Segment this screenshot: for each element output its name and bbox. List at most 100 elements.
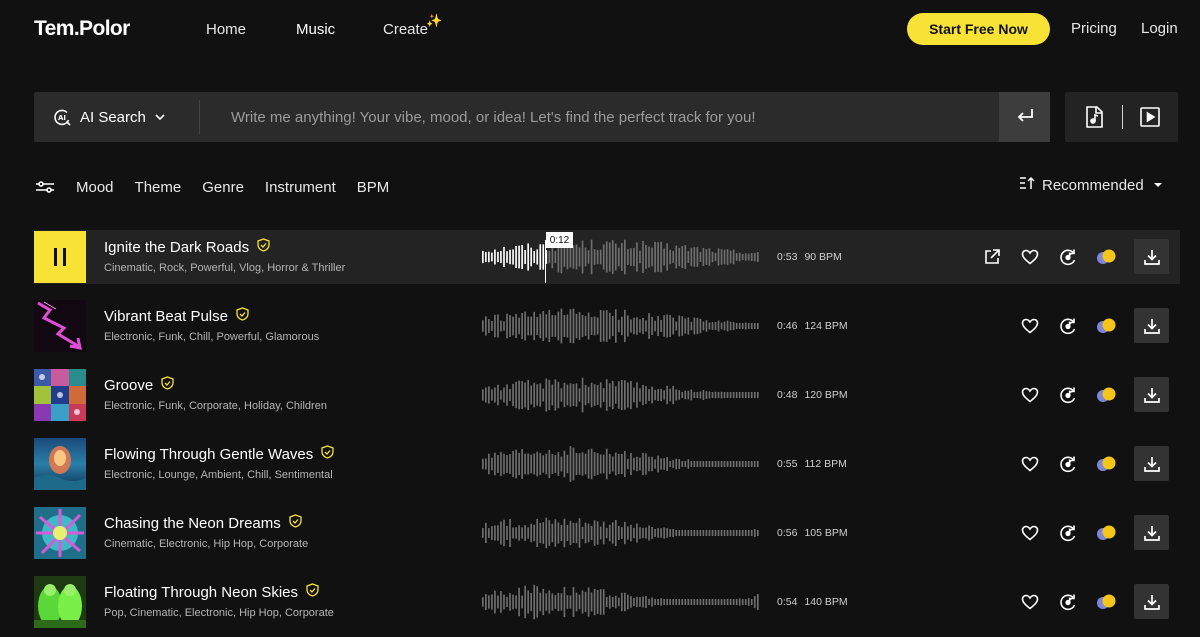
track-title[interactable]: Flowing Through Gentle Waves [104,446,313,463]
track-duration: 0:54 [777,596,798,608]
license-button[interactable] [1094,314,1118,338]
track-title[interactable]: Vibrant Beat Pulse [104,308,228,325]
heart-icon [1021,594,1039,610]
waveform-bar [518,380,520,410]
waveform-bar [663,458,665,470]
license-button[interactable] [1094,452,1118,476]
find-similar-button[interactable] [1056,452,1080,476]
track-row[interactable]: Ignite the Dark Roads Cinematic, Rock, P… [34,230,1180,284]
track-cover[interactable] [34,369,86,421]
site-logo[interactable]: Tem.Polor [34,17,130,41]
waveform-bar [611,315,614,337]
audio-file-search-button[interactable] [1082,105,1106,129]
track-row[interactable]: Groove Electronic, Funk, Corporate, Holi… [34,368,1180,422]
filter-theme[interactable]: Theme [135,179,182,196]
waveform-bar [627,458,629,470]
find-similar-button[interactable] [1056,521,1080,545]
ai-search-mode-selector[interactable]: AI AI Search [52,92,166,142]
like-button[interactable] [1018,521,1042,545]
nav-music-link[interactable]: Music [296,21,335,38]
waveform-bar [536,384,539,406]
filter-mood[interactable]: Mood [76,179,114,196]
waveform-bar [497,525,499,541]
share-button[interactable] [980,245,1004,269]
waveform-bar [630,248,632,266]
waveform-bar [614,519,617,547]
waveform-bar [503,246,505,268]
waveform-bar [554,455,557,473]
start-free-button[interactable]: Start Free Now [907,13,1050,45]
filter-instrument[interactable]: Instrument [265,179,336,196]
waveform-bar [726,320,729,332]
waveform-bar [666,243,668,271]
waveform-bar [563,382,566,408]
download-button[interactable] [1134,515,1169,550]
waveform-bar [617,381,620,409]
waveform-bar [663,599,665,605]
track-row[interactable]: Flowing Through Gentle Waves Electronic,… [34,437,1180,491]
track-title[interactable]: Floating Through Neon Skies [104,584,298,601]
waveform-bar [663,248,665,266]
like-button[interactable] [1018,245,1042,269]
track-waveform[interactable] [482,237,760,277]
track-row[interactable]: Vibrant Beat Pulse Electronic, Funk, Chi… [34,299,1180,353]
download-button[interactable] [1134,308,1169,343]
track-cover[interactable] [34,576,86,628]
track-row[interactable]: Chasing the Neon Dreams Cinematic, Elect… [34,506,1180,560]
track-cover[interactable] [34,300,86,352]
download-button[interactable] [1134,239,1169,274]
like-button[interactable] [1018,383,1042,407]
waveform-bar [648,313,650,339]
track-waveform[interactable] [482,444,760,484]
waveform-bar [536,519,539,547]
waveform-bar [624,521,626,545]
track-cover[interactable] [34,507,86,559]
like-button[interactable] [1018,590,1042,614]
video-search-button[interactable] [1138,105,1162,129]
waveform-bar [590,525,593,541]
waveform-bar [575,522,578,544]
sliders-icon[interactable] [34,177,56,197]
license-button[interactable] [1094,245,1118,269]
download-button[interactable] [1134,446,1169,481]
nav-login-link[interactable]: Login [1141,20,1178,37]
nav-create-link[interactable]: Create [383,21,428,38]
waveform-bar [696,599,699,605]
filter-bpm[interactable]: BPM [357,179,390,196]
track-cover[interactable] [34,438,86,490]
find-similar-button[interactable] [1056,245,1080,269]
find-similar-button[interactable] [1056,590,1080,614]
track-waveform[interactable] [482,375,760,415]
search-input[interactable] [231,92,991,142]
search-submit-button[interactable] [999,92,1050,142]
license-button[interactable] [1094,590,1118,614]
filter-genre[interactable]: Genre [202,179,244,196]
track-meta: 0:46 124 BPM [777,320,848,332]
sort-dropdown[interactable]: Recommended [1019,176,1165,194]
download-icon [1143,525,1160,541]
track-bpm: 124 BPM [804,320,848,332]
track-title[interactable]: Groove [104,377,153,394]
pause-button[interactable] [34,231,86,283]
license-button[interactable] [1094,521,1118,545]
track-title[interactable]: Ignite the Dark Roads [104,239,249,256]
license-button[interactable] [1094,383,1118,407]
like-button[interactable] [1018,314,1042,338]
download-button[interactable] [1134,377,1169,412]
download-button[interactable] [1134,584,1169,619]
find-similar-button[interactable] [1056,383,1080,407]
like-button[interactable] [1018,452,1042,476]
track-waveform[interactable] [482,513,760,553]
waveform-bar [675,245,678,269]
waveform-bar [669,599,672,605]
waveform-bar [666,528,668,538]
nav-home-link[interactable]: Home [206,21,246,38]
find-similar-button[interactable] [1056,314,1080,338]
track-row[interactable]: Floating Through Neon Skies Pop, Cinemat… [34,575,1180,629]
track-waveform[interactable] [482,306,760,346]
track-waveform[interactable] [482,582,760,622]
track-title[interactable]: Chasing the Neon Dreams [104,515,281,532]
nav-pricing-link[interactable]: Pricing [1071,20,1117,37]
waveform-bar [590,239,593,275]
waveform-bar [551,315,554,337]
